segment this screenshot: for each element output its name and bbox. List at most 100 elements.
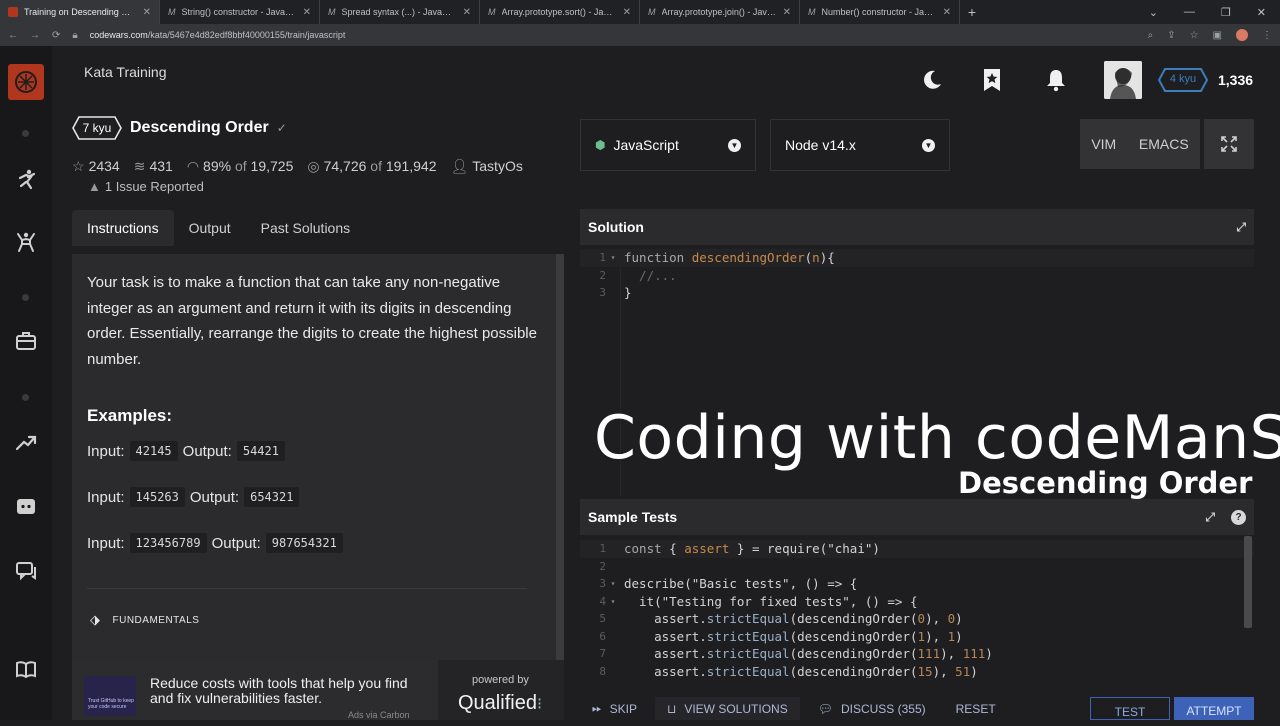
sidepanel-icon[interactable]: ▣ — [1213, 30, 1222, 41]
fold-arrow-icon[interactable]: ▾ — [606, 597, 620, 606]
code-line[interactable]: 4 ▾ it("Testing for fixed tests", () => { — [580, 593, 1254, 611]
code-token: 1 — [917, 628, 926, 644]
zoom-icon[interactable]: ⌕ — [1148, 30, 1154, 41]
attempt-button[interactable]: ATTEMPT — [1174, 697, 1254, 720]
code-line[interactable]: 1 ▾ function descendingOrder(n){ — [580, 249, 1254, 267]
help-icon[interactable]: ? — [1231, 509, 1246, 525]
test-button[interactable]: TEST — [1090, 697, 1170, 720]
code-line[interactable]: 6 assert.strictEqual(descendingOrder(1),… — [580, 628, 1254, 646]
close-tab-icon[interactable]: ✕ — [783, 7, 791, 18]
training-icon[interactable] — [0, 168, 52, 197]
tab-search-icon[interactable]: ⌄ — [1149, 6, 1158, 19]
code-line[interactable]: 2 — [580, 558, 1254, 576]
close-window-icon[interactable]: ✕ — [1257, 6, 1266, 19]
solution-expand-icon[interactable]: ⤢ — [1236, 220, 1246, 235]
code-text: assert.strictEqual(descendingOrder(0), 0… — [620, 611, 963, 626]
code-token: 51 — [955, 663, 971, 678]
code-line[interactable]: 7 assert.strictEqual(descendingOrder(111… — [580, 645, 1254, 663]
author-stat[interactable]: 👤︎ TastyOs — [450, 158, 522, 175]
emacs-mode-button[interactable]: EMACS — [1139, 136, 1189, 152]
tests-expand-icon[interactable]: ⤢ — [1205, 510, 1215, 525]
stars-count: 2434 — [88, 158, 120, 174]
browser-tab[interactable]: M Number() constructor - JavaScri ✕ — [800, 0, 960, 24]
tests-editor[interactable]: 1 const { assert } = require("chai") 2 3 ▾ de… — [580, 538, 1254, 678]
discuss-button[interactable]: 💬︎ DISCUSS (355) — [806, 697, 938, 720]
reset-button[interactable]: RESET — [944, 697, 1008, 720]
user-avatar[interactable] — [1104, 61, 1142, 99]
skip-button[interactable]: ⏩︎ SKIP — [580, 697, 649, 720]
instructions-scrollbar[interactable] — [556, 254, 564, 660]
new-tab-button[interactable]: + — [960, 4, 984, 20]
fold-arrow-icon[interactable]: ▾ — [606, 253, 620, 262]
view-solutions-button[interactable]: ⊔ VIEW SOLUTIONS — [654, 697, 800, 720]
instructions-panel: Your task is to make a function that can… — [72, 254, 564, 660]
browser-tab[interactable]: M String() constructor - JavaScript | ✕ — [160, 0, 320, 24]
qualified-mark-icon: ⁝ — [536, 696, 543, 713]
browser-tab[interactable]: M Array.prototype.join() - JavaScr ✕ — [640, 0, 800, 24]
forward-icon[interactable]: → — [30, 30, 40, 41]
tab-instructions[interactable]: Instructions — [72, 210, 174, 246]
minimize-icon[interactable]: — — [1184, 6, 1195, 19]
code-line[interactable]: 2 //... — [580, 267, 1254, 285]
issues-link[interactable]: ▲ 1 Issue Reported — [88, 179, 204, 194]
code-token: function — [624, 250, 692, 266]
maximize-icon[interactable]: ❐ — [1221, 6, 1231, 19]
close-tab-icon[interactable]: ✕ — [943, 7, 951, 18]
practice-icon[interactable] — [0, 230, 52, 259]
code-line[interactable]: 5 assert.strictEqual(descendingOrder(0),… — [580, 610, 1254, 628]
tab-title: Training on Descending Order | C — [24, 7, 137, 17]
close-tab-icon[interactable]: ✕ — [463, 7, 471, 18]
notifications-bell-icon[interactable] — [1042, 62, 1070, 98]
chat-icon[interactable] — [0, 560, 52, 587]
code-line[interactable]: 3 ▾ describe("Basic tests", () => { — [580, 575, 1254, 593]
tab-past-solutions[interactable]: Past Solutions — [246, 210, 366, 246]
carbon-ad[interactable]: Trust GitHub to keep your code secure Re… — [72, 660, 564, 720]
fold-arrow-icon[interactable]: ▾ — [606, 579, 620, 588]
nav-divider-dot — [22, 130, 29, 137]
lock-icon[interactable]: 🔒︎ — [72, 30, 77, 41]
codewars-logo-icon[interactable] — [8, 64, 44, 100]
fullscreen-button[interactable] — [1204, 119, 1254, 169]
code-token: 15 — [917, 663, 933, 678]
browser-tab[interactable]: Training on Descending Order | C ✕ — [0, 0, 160, 24]
reload-icon[interactable]: ⟳ — [52, 30, 60, 41]
tag-fundamentals[interactable]: FUNDAMENTALS — [113, 615, 200, 626]
close-tab-icon[interactable]: ✕ — [623, 7, 631, 18]
briefcase-icon[interactable] — [0, 330, 52, 357]
discord-icon[interactable] — [0, 496, 52, 523]
code-line[interactable]: 1 const { assert } = require("chai") — [580, 540, 1254, 558]
tests-scrollbar[interactable] — [1244, 536, 1252, 628]
dark-mode-moon-icon[interactable] — [918, 62, 946, 98]
satisfaction-rate: 89% — [203, 158, 232, 174]
ad-attribution[interactable]: Ads via Carbon — [348, 710, 410, 720]
language-select[interactable]: ⬢ JavaScript ▼ — [580, 119, 756, 171]
code-line[interactable]: 3} — [580, 284, 1254, 302]
back-icon[interactable]: ← — [8, 30, 18, 41]
url-field[interactable]: codewars.com/kata/5467e4d82edf8bbf400001… — [90, 30, 346, 40]
collections-stat[interactable]: ≋ 431 — [134, 158, 173, 175]
share-icon[interactable]: ⇪ — [1167, 30, 1175, 41]
docs-book-icon[interactable] — [0, 658, 52, 685]
close-tab-icon[interactable]: ✕ — [143, 7, 151, 18]
ad-text[interactable]: Reduce costs with tools that help you fi… — [150, 676, 420, 706]
version-select[interactable]: Node v14.x ▼ — [770, 119, 950, 171]
view-solutions-label: VIEW SOLUTIONS — [684, 701, 788, 716]
profile-avatar[interactable] — [1236, 29, 1248, 41]
tab-output[interactable]: Output — [174, 210, 246, 246]
qualified-badge[interactable]: powered by Qualified⁝ — [438, 660, 564, 720]
stars-stat[interactable]: ☆ 2434 — [72, 158, 120, 175]
bookmarks-star-icon[interactable] — [978, 62, 1006, 98]
code-token: n — [812, 250, 820, 266]
user-rank-badge[interactable]: 4 kyu — [1158, 68, 1208, 92]
input-label: Input: — [87, 442, 125, 460]
menu-icon[interactable]: ⋮ — [1262, 30, 1272, 41]
bookmark-star-icon[interactable]: ☆ — [1190, 30, 1199, 41]
code-line[interactable]: 8 assert.strictEqual(descendingOrder(15)… — [580, 663, 1254, 678]
reset-label: RESET — [955, 701, 996, 716]
leaderboard-trend-icon[interactable] — [0, 432, 52, 459]
browser-tab[interactable]: M Array.prototype.sort() - JavaScri ✕ — [480, 0, 640, 24]
close-tab-icon[interactable]: ✕ — [303, 7, 311, 18]
ad-image[interactable]: Trust GitHub to keep your code secure — [84, 676, 136, 716]
browser-tab[interactable]: M Spread syntax (...) - JavaScript | M ✕ — [320, 0, 480, 24]
vim-mode-button[interactable]: VIM — [1091, 136, 1116, 152]
